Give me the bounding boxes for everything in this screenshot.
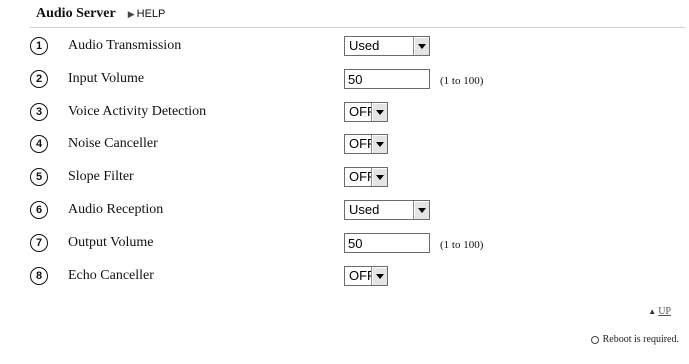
help-arrow-icon: ▶ — [127, 9, 135, 19]
header-divider — [30, 27, 685, 28]
setting-label: Voice Activity Detection — [68, 104, 207, 119]
up-link[interactable]: ▲ UP — [648, 306, 671, 317]
setting-row-input-volume: 2 Input Volume (1 to 100) — [0, 66, 689, 94]
echo-canceller-select[interactable]: OFF — [344, 266, 388, 286]
dropdown-arrow-icon[interactable] — [371, 135, 387, 153]
row-number-badge: 3 — [30, 103, 48, 121]
setting-label: Echo Canceller — [68, 268, 154, 283]
select-value: OFF — [349, 136, 371, 151]
dropdown-arrow-icon[interactable] — [371, 267, 387, 285]
up-link-label: UP — [658, 306, 671, 317]
dropdown-arrow-icon[interactable] — [371, 168, 387, 186]
row-number-badge: 1 — [30, 37, 48, 55]
select-value: OFF — [349, 104, 371, 119]
setting-label: Audio Reception — [68, 202, 164, 217]
range-hint: (1 to 100) — [440, 75, 484, 87]
setting-row-noise-canceller: 4 Noise Canceller OFF — [0, 131, 689, 159]
row-number-badge: 8 — [30, 267, 48, 285]
setting-row-output-volume: 7 Output Volume (1 to 100) — [0, 230, 689, 258]
reboot-note: Reboot is required. — [590, 334, 679, 345]
setting-label: Output Volume — [68, 235, 154, 250]
select-value: Used — [349, 38, 380, 53]
row-number-badge: 7 — [30, 234, 48, 252]
setting-row-slope-filter: 5 Slope Filter OFF — [0, 164, 689, 192]
row-number-badge: 2 — [30, 70, 48, 88]
dropdown-arrow-icon[interactable] — [413, 201, 429, 219]
section-header: Audio Server ▶ HELP — [36, 6, 165, 22]
select-value: OFF — [349, 268, 371, 283]
setting-row-echo-canceller: 8 Echo Canceller OFF — [0, 263, 689, 291]
setting-label: Noise Canceller — [68, 136, 158, 151]
row-number-badge: 5 — [30, 168, 48, 186]
setting-row-audio-reception: 6 Audio Reception Used — [0, 197, 689, 225]
output-volume-field[interactable] — [344, 233, 430, 253]
row-number-badge: 4 — [30, 135, 48, 153]
range-hint: (1 to 100) — [440, 239, 484, 251]
audio-transmission-select[interactable]: Used — [344, 36, 430, 56]
row-number-badge: 6 — [30, 201, 48, 219]
select-value: Used — [349, 202, 380, 217]
dropdown-arrow-icon[interactable] — [371, 103, 387, 121]
reboot-marker-icon — [590, 335, 599, 344]
input-volume-field[interactable] — [344, 69, 430, 89]
select-value: OFF — [349, 169, 371, 184]
setting-label: Audio Transmission — [68, 38, 182, 53]
setting-label: Input Volume — [68, 71, 145, 86]
setting-row-voice-activity-detection: 3 Voice Activity Detection OFF — [0, 99, 689, 127]
help-label: HELP — [136, 8, 166, 20]
setting-label: Slope Filter — [68, 169, 134, 184]
section-title: Audio Server — [36, 6, 116, 21]
slope-filter-select[interactable]: OFF — [344, 167, 388, 187]
audio-reception-select[interactable]: Used — [344, 200, 430, 220]
setting-row-audio-transmission: 1 Audio Transmission Used — [0, 33, 689, 61]
voice-activity-detection-select[interactable]: OFF — [344, 102, 388, 122]
help-link[interactable]: ▶ HELP — [128, 8, 166, 20]
noise-canceller-select[interactable]: OFF — [344, 134, 388, 154]
reboot-note-text: Reboot is required. — [602, 334, 679, 345]
up-arrow-icon: ▲ — [648, 307, 657, 316]
dropdown-arrow-icon[interactable] — [413, 37, 429, 55]
